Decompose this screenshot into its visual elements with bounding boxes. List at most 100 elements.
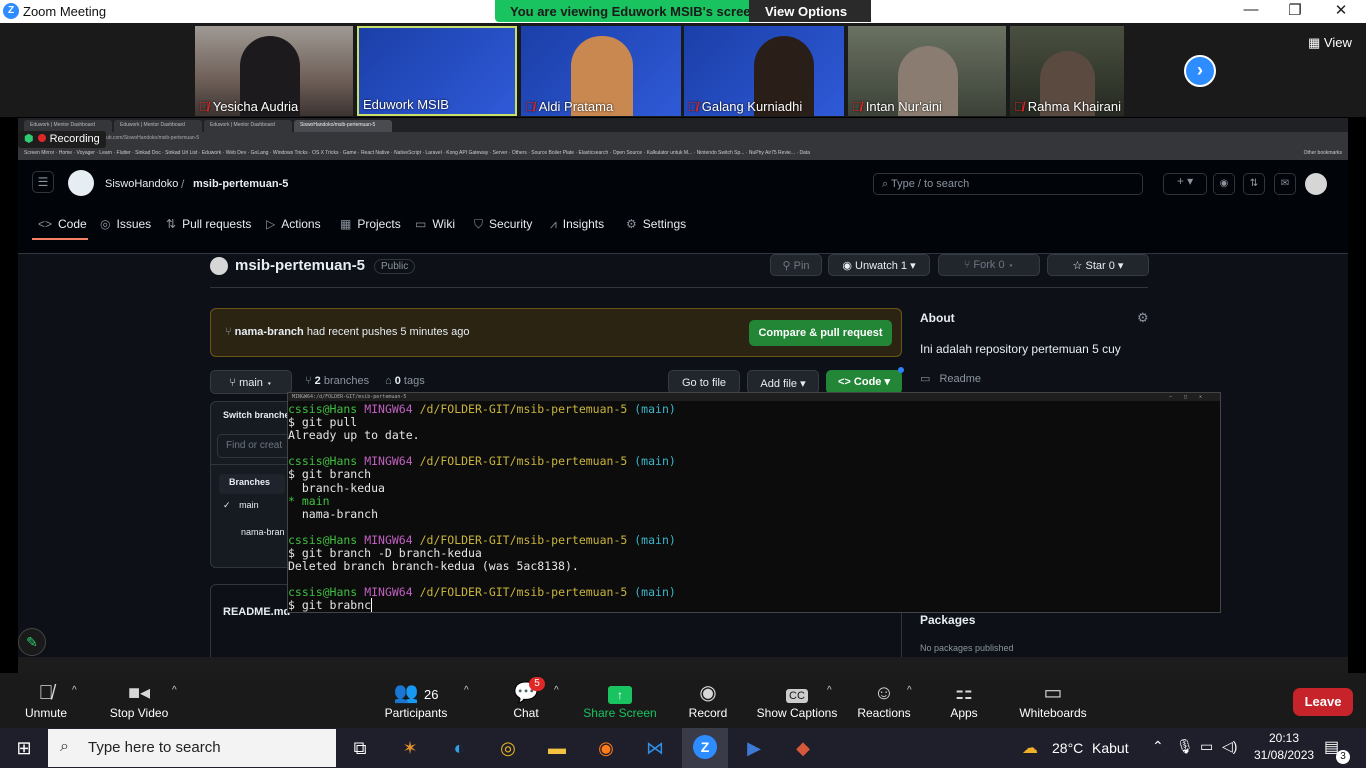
chrome-icon[interactable]: ◎ — [488, 733, 528, 763]
create-new-button[interactable]: + ▾ — [1163, 173, 1207, 195]
unwatch-button[interactable]: ◉ Unwatch 1 ▾ — [828, 254, 930, 276]
star-button[interactable]: ☆ Star 0 ▾ — [1047, 254, 1149, 276]
xampp-icon[interactable]: ✶ — [390, 733, 430, 763]
issues-icon[interactable]: ◉ — [1213, 173, 1235, 195]
whiteboards-button[interactable]: ▭ Whiteboards — [1016, 680, 1090, 720]
inbox-icon[interactable]: ✉ — [1274, 173, 1296, 195]
close-button[interactable]: ✕ — [1326, 1, 1356, 19]
github-logo-icon[interactable] — [68, 170, 94, 196]
task-view-icon[interactable]: ⧉ — [340, 733, 380, 763]
browser-tab[interactable]: Eduwork | Mentor Dashboard — [114, 120, 202, 132]
terminal-window[interactable]: MINGW64:/d/FOLDER-GIT/msib-pertemuan-5 –□… — [287, 392, 1221, 613]
stop-video-button[interactable]: ■◂ Stop Video — [104, 680, 174, 720]
temperature[interactable]: 28°C — [1052, 740, 1083, 756]
compare-pull-request-button[interactable]: Compare & pull request — [749, 320, 892, 346]
tab-code[interactable]: <> Code — [38, 217, 87, 231]
bookmarks-list[interactable]: Screen Mirror · Home · Voyager · Learn ·… — [24, 150, 810, 156]
apps-button[interactable]: ⚏ Apps — [944, 680, 984, 720]
taskbar-search-input[interactable]: ⌕ Type here to search — [48, 729, 336, 767]
github-search-input[interactable]: ⌕ Type / to search — [873, 173, 1143, 195]
branch-item-main[interactable]: ✓ main — [223, 500, 259, 511]
chat-caret[interactable]: ^ — [554, 685, 559, 696]
terminal-input-line[interactable]: $ git brabnc — [288, 598, 371, 612]
reactions-caret[interactable]: ^ — [907, 685, 912, 696]
tab-projects[interactable]: ▦ Projects — [340, 217, 401, 231]
file-explorer-icon[interactable]: ▬ — [537, 733, 577, 763]
git-icon[interactable]: ◆ — [783, 733, 823, 763]
tab-insights[interactable]: ⩘ Insights — [550, 217, 604, 232]
leave-button[interactable]: Leave — [1293, 688, 1353, 716]
branches-link[interactable]: ⑂ 2 branches — [305, 375, 369, 387]
participant-tile[interactable]: 🎙̸ Rahma Khairani — [1010, 26, 1124, 116]
other-bookmarks[interactable]: Other bookmarks — [1304, 150, 1342, 156]
edge-icon[interactable]: ◐ — [439, 733, 479, 763]
participant-tile[interactable]: 🎙̸ Galang Kurniadhi — [684, 26, 844, 116]
tab-issues[interactable]: ◎ Issues — [100, 217, 151, 231]
tab-security[interactable]: ⛉ Security — [474, 217, 532, 232]
next-page-icon[interactable]: › — [1184, 55, 1216, 87]
fork-button[interactable]: ⑂ Fork 0 ▾ — [938, 254, 1040, 276]
find-branch-input[interactable]: Find or creat — [217, 434, 297, 458]
avatar[interactable] — [1305, 173, 1327, 195]
participant-tile[interactable]: 🎙̸ Intan Nur'aini — [848, 26, 1006, 116]
reactions-button[interactable]: ☺ Reactions — [855, 680, 913, 720]
minimize-button[interactable]: — — [1236, 1, 1266, 18]
captions-caret[interactable]: ^ — [827, 685, 832, 696]
repo-link[interactable]: msib-pertemuan-5 — [193, 178, 288, 190]
gear-icon[interactable]: ⚙ — [1137, 310, 1149, 326]
pull-request-icon: ⇅ — [166, 217, 177, 231]
battery-icon[interactable]: ▭ — [1200, 738, 1213, 755]
clock[interactable]: 20:13 31/08/2023 — [1254, 731, 1314, 762]
terminal-window-controls[interactable]: –□✕ — [1169, 393, 1214, 401]
browser-url-bar[interactable]: github.com/SiswoHandoko/msib-pertemuan-5 — [18, 132, 1348, 148]
volume-icon[interactable]: ◁) — [1222, 738, 1237, 755]
tab-label: Code — [58, 217, 87, 231]
microphone-icon[interactable]: 🎙 — [1176, 738, 1194, 755]
branch-select-button[interactable]: ⑂ main ▾ — [210, 370, 292, 394]
repo-title[interactable]: msib-pertemuan-5 — [235, 257, 365, 274]
windows-start-icon[interactable]: ⊞ — [4, 733, 44, 763]
audio-options-caret[interactable]: ^ — [72, 685, 77, 696]
readme-link[interactable]: ▭ Readme — [920, 372, 981, 385]
pull-requests-icon[interactable]: ⇅ — [1243, 173, 1265, 195]
maximize-button[interactable]: ❐ — [1280, 1, 1310, 19]
browser-tab[interactable]: Eduwork | Mentor Dashboard — [204, 120, 292, 132]
code-button[interactable]: <> Code ▾ — [826, 370, 902, 394]
firefox-icon[interactable]: ◉ — [586, 733, 626, 763]
record-button[interactable]: ◉ Record — [686, 680, 730, 720]
share-screen-button[interactable]: ↑ Share Screen — [582, 680, 658, 720]
vscode-icon[interactable]: ⋈ — [635, 733, 675, 763]
hamburger-icon[interactable]: ☰ — [32, 171, 54, 193]
tab-actions[interactable]: ▷ Actions — [266, 217, 321, 231]
participants-caret[interactable]: ^ — [464, 685, 469, 696]
video-options-caret[interactable]: ^ — [172, 685, 177, 696]
about-description: Ini adalah repository pertemuan 5 cuy — [920, 342, 1121, 356]
branches-tab[interactable]: Branches — [219, 474, 285, 494]
push-text: had recent pushes 5 minutes ago — [306, 326, 470, 338]
browser-tab-active[interactable]: SiswoHandoko/msib-pertemuan-5 — [294, 120, 392, 132]
pin-button[interactable]: ⚲ Pin — [770, 254, 822, 276]
participant-tile[interactable]: 🎙̸ Aldi Pratama — [521, 26, 681, 116]
owner-link[interactable]: SiswoHandoko — [105, 178, 178, 190]
tags-link[interactable]: ⌂ 0 tags — [385, 375, 425, 387]
zoom-taskbar-active[interactable]: Z — [682, 728, 728, 768]
terminal-title: MINGW64:/d/FOLDER-GIT/msib-pertemuan-5 — [292, 394, 407, 400]
participant-tile[interactable]: 🎙̸ Yesicha Audria — [195, 26, 353, 116]
weather-text[interactable]: Kabut — [1092, 740, 1129, 756]
view-button[interactable]: ▦ View — [1308, 35, 1352, 51]
go-to-file-button[interactable]: Go to file — [668, 370, 740, 394]
tab-settings[interactable]: ⚙ Settings — [626, 217, 686, 231]
annotate-pencil-icon[interactable]: ✎ — [18, 628, 46, 656]
branch-item-nama-branch[interactable]: nama-bran — [241, 527, 285, 537]
view-options-button[interactable]: View Options ⌄ — [749, 0, 871, 34]
branch-icon: ⑂ — [229, 377, 237, 389]
tab-pull-requests[interactable]: ⇅ Pull requests — [166, 217, 251, 231]
tab-wiki[interactable]: ▭ Wiki — [415, 217, 455, 231]
unmute-button[interactable]: 🎙̸ Unmute — [20, 680, 72, 720]
participant-tile[interactable]: Eduwork MSIB — [357, 26, 517, 116]
participants-button[interactable]: 👥 26 Participants — [383, 680, 449, 720]
show-hidden-icons[interactable]: ⌃ — [1152, 738, 1164, 755]
powershell-icon[interactable]: ▶ — [734, 733, 774, 763]
add-file-button[interactable]: Add file ▾ — [747, 370, 819, 394]
book-icon: ▭ — [920, 373, 931, 385]
